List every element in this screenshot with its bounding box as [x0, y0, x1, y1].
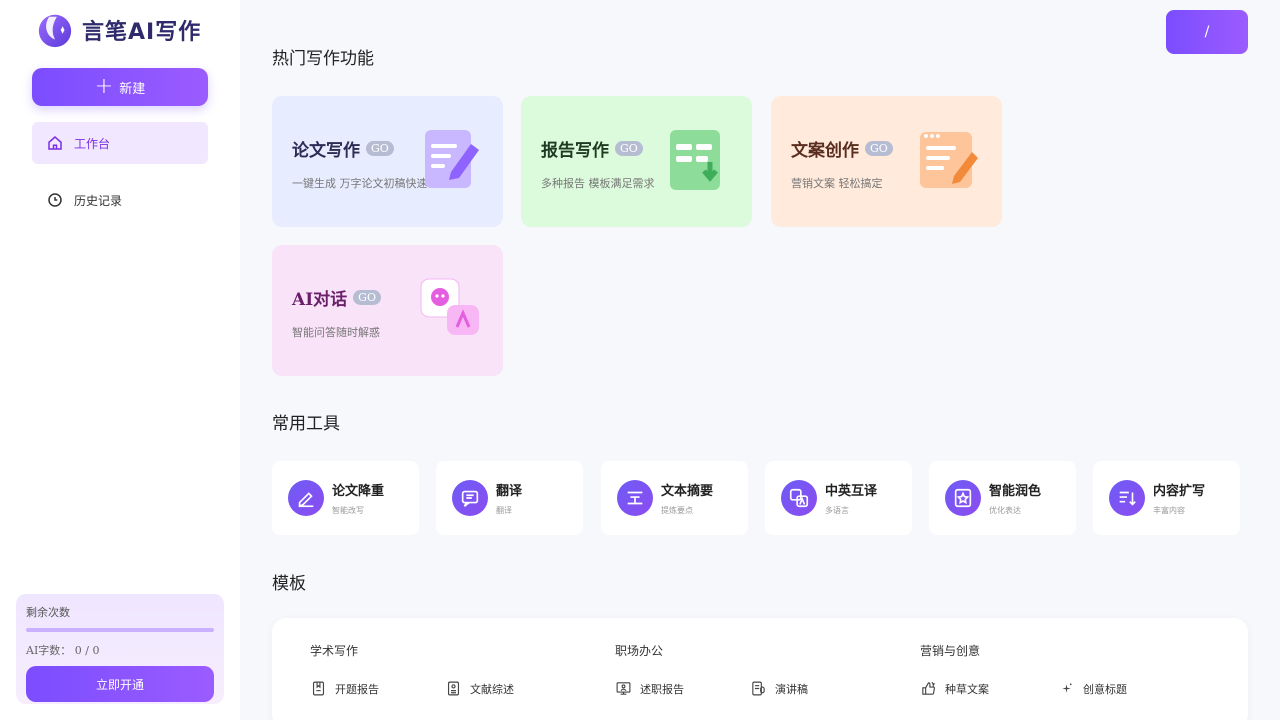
featured-card-report[interactable]: 报告写作 GO 多种报告 模板满足需求	[521, 96, 752, 227]
tool-subtitle: 丰富内容	[1153, 506, 1185, 515]
notepad-pencil-icon	[920, 132, 978, 188]
person-doc-icon	[447, 681, 460, 696]
tool-card-rewrite[interactable]: 论文降重 智能改写	[272, 461, 419, 535]
template-category-title: 职场办公	[615, 644, 664, 658]
tool-title: 智能润色	[989, 484, 1042, 499]
template-item-review[interactable]: 文献综述	[445, 680, 514, 697]
top-action-label: /	[1204, 24, 1210, 40]
templates-section-title: 模板	[272, 574, 306, 594]
template-item-proposal[interactable]: 开题报告	[310, 680, 379, 697]
home-icon	[48, 136, 62, 150]
sidebar-item-label: 工作台	[74, 136, 111, 151]
go-badge: GO	[865, 141, 893, 156]
sidebar: 言笔AI写作 + 新建 工作台 历史记录 剩余次数 AI字数： 0 / 0 立即…	[0, 0, 240, 720]
tool-title: 文本摘要	[661, 484, 714, 499]
tool-card-bilingual[interactable]: 中英互译 多语言	[765, 461, 912, 535]
template-category-title: 营销与创意	[920, 644, 981, 658]
featured-card-title: 论文写作	[292, 141, 360, 161]
plus-icon: +	[94, 74, 114, 99]
template-item-label: 演讲稿	[775, 682, 808, 696]
tool-card-expand[interactable]: 内容扩写 丰富内容	[1093, 461, 1240, 535]
quota-text: AI字数： 0 / 0	[26, 644, 100, 657]
tool-card-summary[interactable]: 文本摘要 提炼要点	[601, 461, 748, 535]
template-item-creative-title[interactable]: 创意标题	[1058, 680, 1127, 697]
logo-text: 言笔AI写作	[82, 20, 202, 45]
tool-card-translate[interactable]: 翻译 翻译	[436, 461, 583, 535]
quota-progress-bar	[26, 628, 214, 632]
summary-icon	[617, 480, 653, 516]
tool-title: 论文降重	[332, 484, 385, 499]
tool-title: 翻译	[496, 484, 523, 499]
clock-icon	[48, 193, 62, 207]
template-item-label: 开题报告	[335, 682, 379, 696]
quota-card: 剩余次数 AI字数： 0 / 0 立即开通	[16, 594, 224, 704]
template-item-label: 种草文案	[945, 682, 989, 696]
top-action-button[interactable]: /	[1166, 10, 1248, 54]
featured-card-title: AI对话	[292, 290, 348, 310]
featured-card-copywriting[interactable]: 文案创作 GO 营销文案 轻松搞定	[771, 96, 1002, 227]
template-item-promo-copy[interactable]: 种草文案	[920, 680, 989, 697]
template-item-label: 文献综述	[470, 682, 514, 696]
report-download-icon	[670, 130, 720, 190]
tool-card-polish[interactable]: 智能润色 优化表达	[929, 461, 1076, 535]
sidebar-item-history[interactable]: 历史记录	[32, 179, 208, 221]
tool-subtitle: 智能改写	[332, 506, 364, 515]
go-badge: GO	[353, 290, 381, 305]
new-button-label: 新建	[119, 81, 146, 97]
template-item-work-report[interactable]: 述职报告	[615, 680, 684, 697]
tool-subtitle: 翻译	[496, 506, 512, 515]
chat-icon	[452, 480, 488, 516]
templates-panel: 学术写作 职场办公 营销与创意 开题报告 文献综述 述职报告 演讲稿 种草文案 …	[272, 618, 1248, 720]
logo-quill-icon	[38, 14, 72, 48]
edit-icon	[288, 480, 324, 516]
sidebar-item-label: 历史记录	[74, 193, 123, 208]
upgrade-button-label: 立即开通	[95, 677, 144, 692]
template-item-label: 创意标题	[1083, 682, 1127, 696]
upgrade-button[interactable]: 立即开通	[26, 666, 214, 702]
template-item-speech[interactable]: 演讲稿	[750, 680, 808, 697]
robot-chat-icon	[420, 278, 479, 335]
tool-subtitle: 优化表达	[989, 506, 1021, 515]
tool-title: 内容扩写	[1153, 484, 1206, 499]
tools-section-title: 常用工具	[272, 414, 340, 434]
go-badge: GO	[366, 141, 394, 156]
tool-subtitle: 提炼要点	[661, 506, 693, 515]
document-pen-icon	[425, 130, 479, 188]
sparkle-icon	[1062, 683, 1072, 693]
translate-icon	[781, 480, 817, 516]
sidebar-item-workbench[interactable]: 工作台	[32, 122, 208, 164]
star-icon	[945, 480, 981, 516]
template-category-title: 学术写作	[310, 644, 359, 658]
quota-title: 剩余次数	[26, 606, 70, 619]
app-logo[interactable]: 言笔AI写作	[36, 10, 201, 50]
featured-card-title: 报告写作	[541, 141, 609, 161]
bookmark-doc-icon	[312, 681, 325, 696]
mic-doc-icon	[752, 681, 765, 696]
featured-section-title: 热门写作功能	[272, 49, 374, 69]
presentation-icon	[616, 682, 631, 695]
featured-card-title: 文案创作	[791, 141, 859, 161]
featured-card-paper[interactable]: 论文写作 GO 一键生成 万字论文初稿快速	[272, 96, 503, 227]
tool-subtitle: 多语言	[825, 506, 849, 515]
go-badge: GO	[615, 141, 643, 156]
tool-title: 中英互译	[825, 484, 878, 499]
new-button[interactable]: + 新建	[32, 68, 208, 106]
featured-card-ai-chat[interactable]: AI对话 GO 智能问答随时解惑	[272, 245, 503, 376]
thumbs-up-icon	[922, 681, 936, 695]
expand-icon	[1109, 480, 1145, 516]
template-item-label: 述职报告	[640, 682, 684, 696]
